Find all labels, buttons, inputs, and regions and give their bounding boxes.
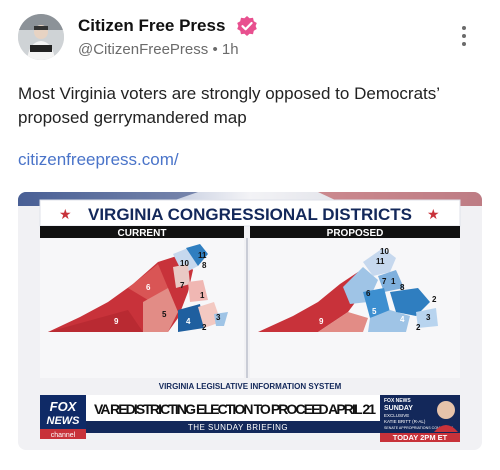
svg-text:NEWS: NEWS bbox=[47, 415, 81, 427]
current-district-label: 3 bbox=[216, 313, 221, 322]
current-district-label: 1 bbox=[200, 291, 205, 300]
svg-text:SUNDAY: SUNDAY bbox=[384, 405, 413, 412]
proposed-district-label: 5 bbox=[372, 307, 377, 316]
proposed-district-label: 10 bbox=[380, 247, 389, 256]
post-link[interactable]: citizenfreepress.com/ bbox=[18, 150, 179, 170]
svg-text:channel: channel bbox=[51, 432, 76, 439]
account-handle[interactable]: @CitizenFreePress bbox=[78, 41, 208, 58]
svg-text:FOX: FOX bbox=[50, 399, 78, 414]
proposed-district-label: 9 bbox=[319, 317, 324, 326]
proposed-district-label: 2 bbox=[416, 323, 421, 332]
account-name[interactable]: Citizen Free Press bbox=[78, 16, 225, 36]
current-district-label: 4 bbox=[186, 317, 191, 326]
show-promo: FOX NEWS SUNDAY EXCLUSIVE KATIE BRITT (R… bbox=[380, 395, 460, 442]
meta-separator: • bbox=[212, 41, 218, 58]
account-meta: @CitizenFreePress • 1h bbox=[78, 41, 239, 58]
show-name: THE SUNDAY BRIEFING bbox=[188, 423, 288, 432]
proposed-district-label: 3 bbox=[426, 313, 431, 322]
svg-text:EXCLUSIVE: EXCLUSIVE bbox=[384, 413, 409, 418]
more-options-icon[interactable] bbox=[458, 26, 470, 52]
proposed-label: PROPOSED bbox=[327, 228, 384, 239]
current-district-label: 6 bbox=[146, 283, 151, 292]
avatar[interactable] bbox=[18, 14, 64, 60]
current-label: CURRENT bbox=[118, 228, 167, 239]
svg-text:FOX NEWS: FOX NEWS bbox=[384, 398, 411, 404]
current-district-label: 10 bbox=[180, 259, 189, 268]
proposed-district-label: 1 bbox=[391, 277, 396, 286]
post-text: Most Virginia voters are strongly oppose… bbox=[18, 84, 440, 127]
current-district-label: 2 bbox=[202, 323, 207, 332]
current-district-label: 7 bbox=[180, 281, 185, 290]
svg-text:KATIE BRITT (R-AL): KATIE BRITT (R-AL) bbox=[384, 419, 426, 424]
image-title: VIRGINIA CONGRESSIONAL DISTRICTS bbox=[88, 205, 412, 224]
post-time[interactable]: 1h bbox=[222, 41, 239, 58]
proposed-district-label: 2 bbox=[432, 295, 437, 304]
source-line: VIRGINIA LEGISLATIVE INFORMATION SYSTEM bbox=[159, 382, 342, 391]
title-star-right-icon: ★ bbox=[427, 206, 440, 222]
news-headline: VA REDISTRICTING ELECTION TO PROCEED APR… bbox=[94, 401, 376, 417]
svg-text:TODAY 2PM ET: TODAY 2PM ET bbox=[393, 433, 448, 442]
proposed-district-label: 8 bbox=[400, 283, 405, 292]
current-district-label: 9 bbox=[114, 317, 119, 326]
proposed-district-label: 6 bbox=[366, 289, 371, 298]
proposed-district-label: 11 bbox=[376, 257, 385, 266]
current-district-label: 8 bbox=[202, 261, 207, 270]
verified-badge-icon bbox=[236, 15, 258, 37]
post-image[interactable]: ★ VIRGINIA CONGRESSIONAL DISTRICTS ★ CUR… bbox=[18, 192, 482, 450]
proposed-district-label: 4 bbox=[400, 315, 405, 324]
title-star-left-icon: ★ bbox=[59, 206, 72, 222]
proposed-district-label: 7 bbox=[382, 277, 387, 286]
current-district-label: 5 bbox=[162, 310, 167, 319]
current-district-label: 11 bbox=[198, 251, 207, 260]
social-post: Citizen Free Press @CitizenFreePress • 1… bbox=[0, 0, 500, 470]
fox-news-logo: FOX NEWS channel bbox=[40, 395, 86, 439]
